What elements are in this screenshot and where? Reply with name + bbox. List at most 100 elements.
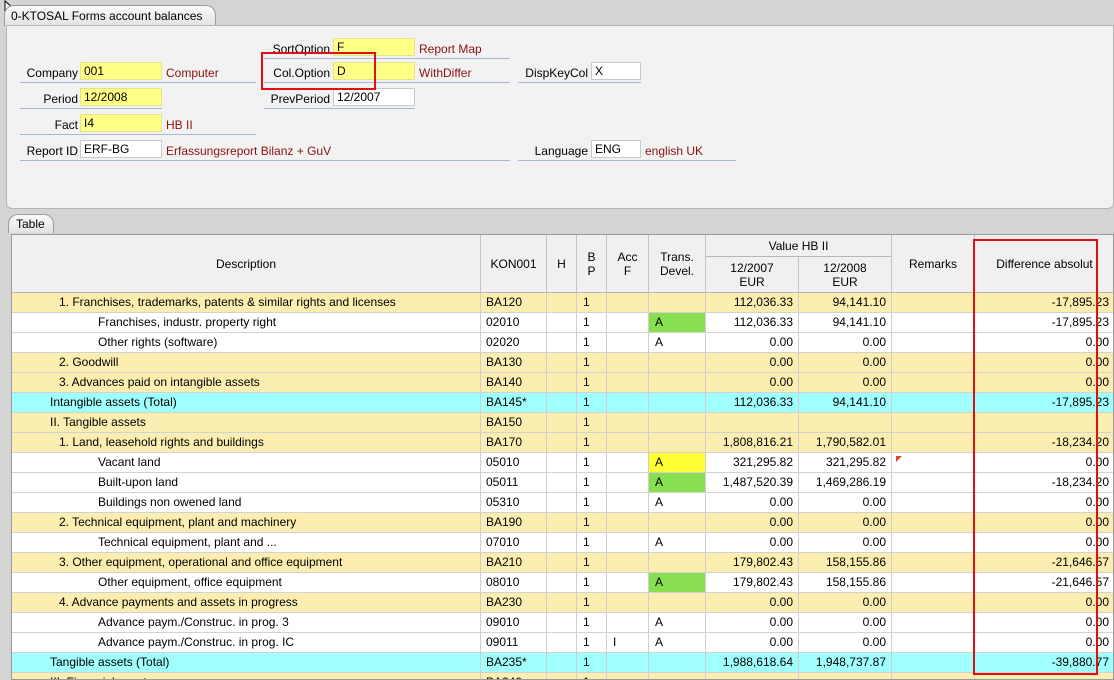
cell-diff[interactable]: -18,234.20 (975, 433, 1113, 453)
cell-kon[interactable]: BA170 (481, 433, 547, 453)
cell-bp[interactable]: 1 (577, 413, 607, 433)
cell-remarks[interactable] (892, 513, 975, 533)
cell-diff[interactable]: -17,895.23 (975, 393, 1113, 413)
cell-bp[interactable]: 1 (577, 593, 607, 613)
cell-bp[interactable]: 1 (577, 473, 607, 493)
cell-kon[interactable]: BA190 (481, 513, 547, 533)
cell-prev[interactable] (706, 673, 799, 679)
cell-diff[interactable]: -18,234.20 (975, 473, 1113, 493)
cell-h[interactable] (547, 573, 577, 593)
cell-desc[interactable]: Vacant land (12, 453, 481, 473)
cell-accf[interactable] (607, 373, 649, 393)
cell-curr[interactable]: 94,141.10 (799, 393, 892, 413)
cell-accf[interactable] (607, 513, 649, 533)
cell-accf[interactable] (607, 673, 649, 679)
cell-kon[interactable]: BA130 (481, 353, 547, 373)
cell-curr[interactable] (799, 413, 892, 433)
period-field[interactable]: 12/2008 (80, 88, 162, 106)
cell-trans[interactable] (649, 553, 706, 573)
cell-curr[interactable]: 0.00 (799, 513, 892, 533)
cell-prev[interactable]: 179,802.43 (706, 573, 799, 593)
cell-bp[interactable]: 1 (577, 373, 607, 393)
cell-bp[interactable]: 1 (577, 653, 607, 673)
cell-diff[interactable]: 0.00 (975, 513, 1113, 533)
cell-remarks[interactable] (892, 433, 975, 453)
cell-h[interactable] (547, 453, 577, 473)
cell-kon[interactable]: 02020 (481, 333, 547, 353)
cell-remarks[interactable] (892, 373, 975, 393)
cell-desc[interactable]: Advance paym./Construc. in prog. IC (12, 633, 481, 653)
cell-diff[interactable]: 0.00 (975, 533, 1113, 553)
cell-trans[interactable]: A (649, 453, 706, 473)
cell-accf[interactable] (607, 653, 649, 673)
cell-trans[interactable] (649, 593, 706, 613)
table-row[interactable]: −3. Other equipment, operational and off… (12, 553, 1113, 573)
cell-desc[interactable]: III. Financial assets (12, 673, 481, 679)
cell-h[interactable] (547, 353, 577, 373)
cell-remarks[interactable] (892, 533, 975, 553)
cell-bp[interactable]: 1 (577, 493, 607, 513)
cell-trans[interactable]: A (649, 313, 706, 333)
cell-kon[interactable]: 05010 (481, 453, 547, 473)
cell-desc[interactable]: Intangible assets (Total) (12, 393, 481, 413)
table-row[interactable]: Other equipment, office equipment 08010 1 A… (12, 573, 1113, 593)
cell-remarks[interactable] (892, 413, 975, 433)
cell-accf[interactable] (607, 533, 649, 553)
cell-kon[interactable]: 08010 (481, 573, 547, 593)
tab-table[interactable]: Table (8, 214, 54, 233)
cell-remarks[interactable] (892, 573, 975, 593)
cell-kon[interactable]: 09011 (481, 633, 547, 653)
cell-curr[interactable]: 0.00 (799, 333, 892, 353)
cell-h[interactable] (547, 393, 577, 413)
cell-h[interactable] (547, 333, 577, 353)
cell-desc[interactable]: 1. Franchises, trademarks, patents & sim… (12, 293, 481, 313)
col-header-trans-devel[interactable]: Trans. Devel. (649, 235, 706, 293)
cell-h[interactable] (547, 313, 577, 333)
cell-desc[interactable]: 1. Land, leasehold rights and buildings (12, 433, 481, 453)
col-header-curr-period[interactable]: 12/2008 EUR (799, 257, 892, 293)
cell-trans[interactable] (649, 353, 706, 373)
cell-trans[interactable] (649, 673, 706, 679)
table-row[interactable]: Franchises, industr. property right 02010… (12, 313, 1113, 333)
cell-accf[interactable] (607, 453, 649, 473)
table-row[interactable]: −1. Land, leasehold rights and buildings… (12, 433, 1113, 453)
cell-desc[interactable]: Other rights (software) (12, 333, 481, 353)
cell-kon[interactable]: 02010 (481, 313, 547, 333)
cell-desc[interactable]: 2. Goodwill (12, 353, 481, 373)
table-row[interactable]: III. Financial assetsBA240 1 (12, 673, 1113, 679)
cell-curr[interactable]: 0.00 (799, 533, 892, 553)
cell-desc[interactable]: Advance paym./Construc. in prog. 3 (12, 613, 481, 633)
cell-curr[interactable]: 94,141.10 (799, 293, 892, 313)
cell-desc[interactable]: Built-upon land (12, 473, 481, 493)
cell-accf[interactable] (607, 553, 649, 573)
cell-trans[interactable]: A (649, 333, 706, 353)
cell-curr[interactable]: 0.00 (799, 353, 892, 373)
table-row[interactable]: −4. Advance payments and assets in progr… (12, 593, 1113, 613)
col-option-field[interactable]: D (333, 62, 415, 80)
prev-period-field[interactable]: 12/2007 (333, 88, 415, 106)
table-row[interactable]: Technical equipment, plant and ... 07010 1… (12, 533, 1113, 553)
cell-accf[interactable] (607, 333, 649, 353)
cell-remarks[interactable] (892, 313, 975, 333)
cell-accf[interactable] (607, 293, 649, 313)
cell-desc[interactable]: Other equipment, office equipment (12, 573, 481, 593)
cell-accf[interactable] (607, 593, 649, 613)
cell-h[interactable] (547, 493, 577, 513)
cell-bp[interactable]: 1 (577, 313, 607, 333)
cell-kon[interactable]: 09010 (481, 613, 547, 633)
table-row[interactable]: Vacant land 05010 1 A 321,295.82 321,295.82 0.… (12, 453, 1113, 473)
cell-remarks[interactable] (892, 653, 975, 673)
cell-kon[interactable]: BA145* (481, 393, 547, 413)
cell-bp[interactable]: 1 (577, 513, 607, 533)
cell-bp[interactable]: 1 (577, 553, 607, 573)
table-row[interactable]: Tangible assets (Total) BA235* 1 1,988,618.… (12, 653, 1113, 673)
cell-trans[interactable]: A (649, 533, 706, 553)
cell-diff[interactable]: -17,895.23 (975, 313, 1113, 333)
cell-desc[interactable]: Tangible assets (Total) (12, 653, 481, 673)
cell-kon[interactable]: 07010 (481, 533, 547, 553)
col-header-accf[interactable]: Acc F (607, 235, 649, 293)
cell-desc[interactable]: Technical equipment, plant and ... (12, 533, 481, 553)
cell-remarks[interactable] (892, 593, 975, 613)
cell-remarks[interactable] (892, 633, 975, 653)
cell-h[interactable] (547, 533, 577, 553)
